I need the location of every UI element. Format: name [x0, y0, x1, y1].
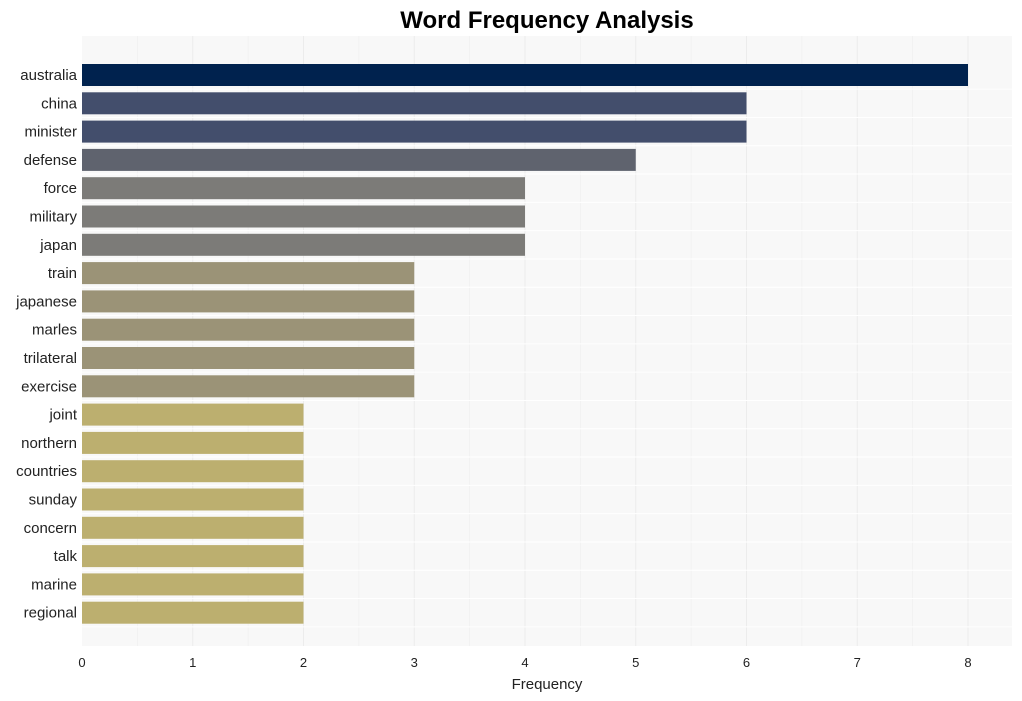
y-tick-label-china: china	[41, 95, 78, 112]
y-tick-label-train: train	[48, 265, 77, 282]
bar-exercise	[82, 375, 415, 398]
bar-talk	[82, 545, 304, 568]
x-tick-label: 0	[78, 655, 85, 670]
bar-minister	[82, 120, 747, 143]
y-tick-label-sunday: sunday	[29, 492, 78, 509]
bar-countries	[82, 460, 304, 483]
y-tick-label-minister: minister	[24, 124, 77, 141]
x-tick-label: 5	[632, 655, 639, 670]
word-frequency-chart: Word Frequency Analysis australia china mi…	[15, 7, 1012, 693]
y-tick-label-defense: defense	[24, 152, 77, 169]
bar-force	[82, 177, 525, 200]
x-axis-ticks: 0 1 2 3 4 5 6 7 8	[78, 655, 971, 670]
y-tick-label-countries: countries	[16, 463, 77, 480]
bar-marles	[82, 318, 415, 341]
bar-train	[82, 262, 415, 285]
x-tick-label: 4	[521, 655, 528, 670]
bar-joint	[82, 403, 304, 426]
chart-title: Word Frequency Analysis	[400, 7, 693, 34]
bar-military	[82, 205, 525, 228]
x-axis-label: Frequency	[512, 676, 583, 693]
y-tick-label-talk: talk	[54, 548, 78, 565]
bar-japanese	[82, 290, 415, 313]
y-tick-label-marles: marles	[32, 322, 77, 339]
bar-regional	[82, 601, 304, 624]
bar-japan	[82, 233, 525, 256]
x-tick-label: 8	[964, 655, 971, 670]
bar-defense	[82, 148, 636, 171]
y-tick-label-exercise: exercise	[21, 378, 77, 395]
y-tick-label-military: military	[30, 209, 78, 226]
y-tick-label-regional: regional	[24, 605, 77, 622]
y-tick-label-force: force	[44, 180, 77, 197]
y-tick-label-marine: marine	[31, 576, 77, 593]
x-tick-label: 7	[854, 655, 861, 670]
bar-concern	[82, 516, 304, 539]
x-tick-label: 3	[411, 655, 418, 670]
bar-northern	[82, 431, 304, 454]
x-tick-label: 2	[300, 655, 307, 670]
x-tick-label: 1	[189, 655, 196, 670]
y-tick-label-trilateral: trilateral	[24, 350, 77, 367]
bar-trilateral	[82, 347, 415, 369]
y-tick-label-joint: joint	[48, 407, 77, 424]
bar-sunday	[82, 488, 304, 511]
y-tick-label-japanese: japanese	[15, 293, 77, 310]
bar-australia	[82, 64, 968, 86]
y-tick-label-concern: concern	[24, 520, 77, 537]
y-tick-label-australia: australia	[20, 67, 77, 84]
x-tick-label: 6	[743, 655, 750, 670]
bar-china	[82, 92, 747, 115]
bar-marine	[82, 573, 304, 596]
y-tick-label-northern: northern	[21, 435, 77, 452]
y-tick-label-japan: japan	[39, 237, 77, 254]
y-axis-labels: australia china minister defense force milita…	[15, 67, 78, 622]
